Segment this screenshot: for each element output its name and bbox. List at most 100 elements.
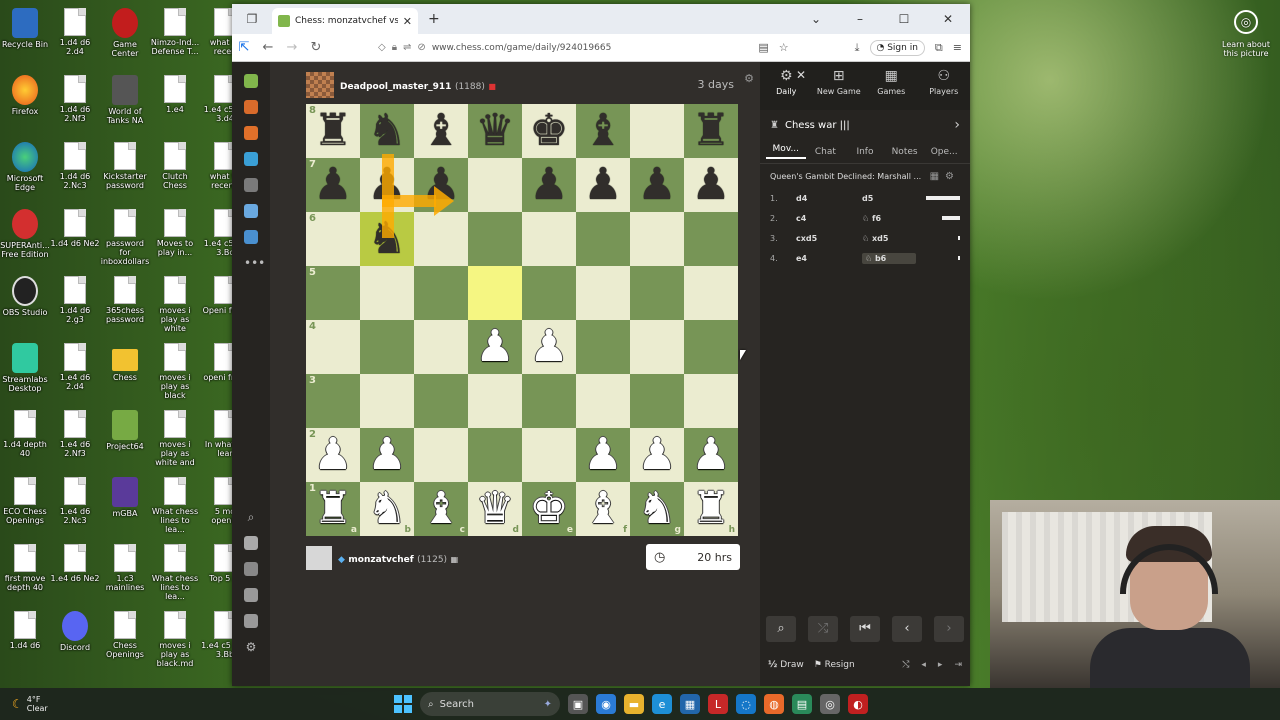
desktop-icon[interactable]: mGBA <box>100 477 150 518</box>
square-d4[interactable]: ♟ <box>468 320 522 374</box>
square-e6[interactable] <box>522 212 576 266</box>
desktop-icon[interactable]: Game Center <box>100 8 150 58</box>
weather-widget[interactable]: ☾ 4°F Clear <box>12 695 48 713</box>
square-g4[interactable] <box>630 320 684 374</box>
resign-button[interactable]: ⚑ Resign <box>814 660 855 670</box>
browser-tab[interactable]: Chess: monzatvchef vs Deadpo ✕ <box>272 8 418 34</box>
previous-move-button[interactable]: ‹ <box>892 616 922 642</box>
prev-game-icon[interactable]: ◂ <box>921 660 926 670</box>
sign-in-button[interactable]: ◔ Sign in <box>869 39 925 56</box>
square-h4[interactable] <box>684 320 738 374</box>
square-e7[interactable]: ♟ <box>522 158 576 212</box>
chess-board[interactable]: 8♜♞♝♛♚♝♜7♟♟♟♟♟♟♟6♞54♟♟32♟♟♟♟♟1a♜b♞c♝d♛e♚… <box>306 104 738 536</box>
white-king-piece[interactable]: ♚ <box>529 487 568 531</box>
square-g8[interactable] <box>630 104 684 158</box>
chess-logo-icon[interactable] <box>244 74 258 88</box>
square-f1[interactable]: f ♝ <box>576 482 630 536</box>
firefox-icon[interactable]: ◍ <box>764 694 784 714</box>
maximize-button[interactable]: ☐ <box>882 12 926 26</box>
desktop-icon[interactable]: ECO Chess Openings <box>0 477 50 525</box>
subtab-1[interactable]: Chat <box>806 147 846 157</box>
desktop-icon[interactable]: World of Tanks NA <box>100 75 150 125</box>
square-f6[interactable] <box>576 212 630 266</box>
desktop-icon[interactable]: Firefox <box>0 75 50 116</box>
desktop-icon[interactable]: Nimzo-Ind... Defense T... <box>150 8 200 56</box>
desktop-icon[interactable]: Microsoft Edge <box>0 142 50 192</box>
white-move[interactable]: e4 <box>796 254 862 263</box>
square-c5[interactable] <box>414 266 468 320</box>
search-icon[interactable]: ⌕ <box>244 510 258 524</box>
desktop-icon[interactable]: 1.e4 d6 2.Nf3 <box>50 410 100 458</box>
square-b4[interactable] <box>360 320 414 374</box>
analysis-zoom-button[interactable]: ⌕ <box>766 616 796 642</box>
square-g7[interactable]: ♟ <box>630 158 684 212</box>
square-c6[interactable] <box>414 212 468 266</box>
notifications-icon[interactable] <box>244 614 258 628</box>
obs-icon[interactable]: ◎ <box>820 694 840 714</box>
black-king-piece[interactable]: ♚ <box>529 109 568 153</box>
square-f4[interactable] <box>576 320 630 374</box>
square-g1[interactable]: g ♞ <box>630 482 684 536</box>
white-rook-piece[interactable]: ♜ <box>313 487 352 531</box>
puzzles-icon[interactable] <box>244 126 258 140</box>
subtab-3[interactable]: Notes <box>885 147 925 157</box>
desktop-icon[interactable]: Chess <box>100 343 150 382</box>
desktop-icon[interactable]: Project64 <box>100 410 150 451</box>
desktop-icon[interactable]: Streamlabs Desktop <box>0 343 50 393</box>
white-pawn-piece[interactable]: ♟ <box>475 325 514 369</box>
desktop-icon[interactable]: Recycle Bin <box>0 8 50 49</box>
desktop-icon[interactable]: 1.d4 d6 2.Nf3 <box>50 75 100 123</box>
menu-icon[interactable]: ≡ <box>953 41 962 54</box>
taskbar-search[interactable]: ⌕ Search ✦ <box>420 692 560 716</box>
square-c1[interactable]: c ♝ <box>414 482 468 536</box>
white-rook-piece[interactable]: ♜ <box>691 487 730 531</box>
black-bishop-piece[interactable]: ♝ <box>421 109 460 153</box>
square-c8[interactable]: ♝ <box>414 104 468 158</box>
l-app-icon[interactable]: L <box>708 694 728 714</box>
square-e5[interactable] <box>522 266 576 320</box>
desktop-icon[interactable]: Clutch Chess <box>150 142 200 190</box>
subtab-2[interactable]: Info <box>845 147 885 157</box>
square-f8[interactable]: ♝ <box>576 104 630 158</box>
black-queen-piece[interactable]: ♛ <box>475 109 514 153</box>
desktop-icon[interactable]: moves i play as black.md <box>150 611 200 668</box>
avatar[interactable] <box>306 546 332 570</box>
file-explorer-icon[interactable]: ▬ <box>624 694 644 714</box>
black-move[interactable]: ♘ f6 <box>862 214 916 223</box>
white-pawn-piece[interactable]: ♟ <box>637 433 676 477</box>
shuffle-button[interactable]: ⤮ <box>808 616 838 642</box>
desktop-icon[interactable]: 1.d4 d6 Ne2 <box>50 209 100 248</box>
messages-icon[interactable] <box>244 588 258 602</box>
square-g6[interactable] <box>630 212 684 266</box>
square-h2[interactable]: ♟ <box>684 428 738 482</box>
desktop-icon[interactable]: 1.e4 d6 2.Nc3 <box>50 477 100 525</box>
square-e4[interactable]: ♟ <box>522 320 576 374</box>
copilot-app-icon[interactable]: ◉ <box>596 694 616 714</box>
square-a7[interactable]: 7 ♟ <box>306 158 360 212</box>
store-icon[interactable]: ▦ <box>680 694 700 714</box>
square-f7[interactable]: ♟ <box>576 158 630 212</box>
black-rook-piece[interactable]: ♜ <box>313 109 352 153</box>
desktop-icon[interactable]: Kickstarter password <box>100 142 150 190</box>
game-title-bar[interactable]: ♜ Chess war ||| › <box>760 110 970 140</box>
task-view-icon[interactable]: ▣ <box>568 694 588 714</box>
square-h8[interactable]: ♜ <box>684 104 738 158</box>
subtab-4[interactable]: Ope... <box>924 147 964 157</box>
square-e3[interactable] <box>522 374 576 428</box>
tab-players[interactable]: ⚇ Players <box>918 62 971 110</box>
tab-list-icon[interactable]: ⌄ <box>794 12 838 26</box>
white-pawn-piece[interactable]: ♟ <box>691 433 730 477</box>
desktop-icon[interactable]: What chess lines to lea... <box>150 477 200 534</box>
url-field[interactable]: ◇ 🔒︎ ⇌ ⊘ www.chess.com/game/daily/924019… <box>378 42 718 53</box>
edge-icon[interactable]: e <box>652 694 672 714</box>
square-f2[interactable]: ♟ <box>576 428 630 482</box>
square-g5[interactable] <box>630 266 684 320</box>
tab-games[interactable]: ▦ Games <box>865 62 918 110</box>
white-pawn-piece[interactable]: ♟ <box>313 433 352 477</box>
first-move-button[interactable]: ⏮ <box>850 616 880 642</box>
white-knight-piece[interactable]: ♞ <box>637 487 676 531</box>
close-tab-icon[interactable]: ✕ <box>403 15 412 28</box>
square-d1[interactable]: d ♛ <box>468 482 522 536</box>
square-b3[interactable] <box>360 374 414 428</box>
white-knight-piece[interactable]: ♞ <box>367 487 406 531</box>
